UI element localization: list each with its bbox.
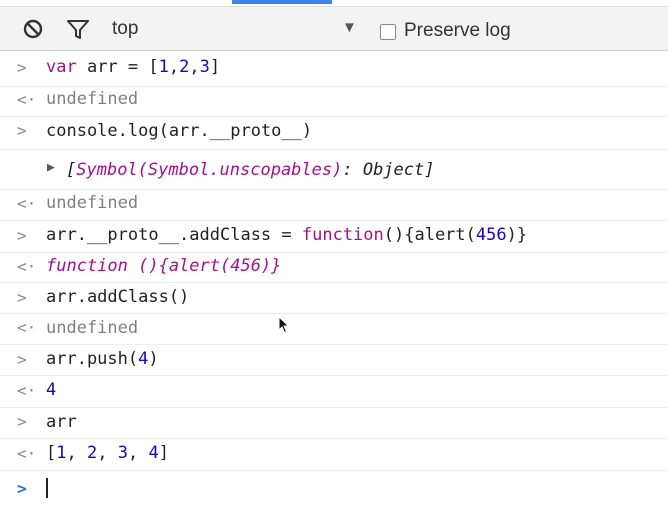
- entry-text: console.log(arr.__proto__): [46, 121, 313, 141]
- entry-text: 4: [46, 380, 57, 400]
- console-entry-input: > arr.addClass(): [0, 282, 668, 314]
- result-arrow-icon: <·: [17, 381, 37, 400]
- console-entry-input: > arr.push(4): [0, 344, 668, 376]
- entry-text: arr.push(4): [46, 349, 159, 369]
- result-arrow-icon: <·: [17, 444, 37, 463]
- preserve-log-label[interactable]: Preserve log: [404, 20, 511, 42]
- entry-text: arr.addClass(): [46, 287, 190, 307]
- entry-text: [1, 2, 3, 4]: [46, 443, 169, 463]
- console-entry-result: <· undefined: [0, 86, 668, 117]
- entry-text: arr.__proto__.addClass = function(){aler…: [46, 225, 528, 245]
- prompt-chevron-icon: >: [17, 121, 27, 140]
- console-entry-log[interactable]: ▶ [Symbol(Symbol.unscopables): Object]: [0, 149, 668, 190]
- console-entry-result: <· 4: [0, 375, 668, 408]
- text-caret: [46, 478, 48, 498]
- expand-triangle-icon[interactable]: ▶: [47, 160, 55, 175]
- console-entry-input: > arr: [0, 407, 668, 439]
- preserve-log-checkbox[interactable]: [380, 24, 396, 40]
- entry-text: function (){alert(456)}: [46, 256, 282, 276]
- entry-text: arr: [46, 412, 77, 432]
- console-output: > var arr = [1,2,3] <· undefined > conso…: [0, 51, 668, 515]
- prompt-chevron-icon: >: [17, 226, 27, 245]
- clear-console-icon[interactable]: [22, 18, 44, 45]
- console-entry-result: <· [1, 2, 3, 4]: [0, 438, 668, 471]
- entry-text: undefined: [46, 318, 139, 338]
- panel-tab-strip: [0, 0, 668, 7]
- console-entry-input: > console.log(arr.__proto__): [0, 116, 668, 150]
- active-tab-indicator: [232, 0, 332, 4]
- result-arrow-icon: <·: [17, 257, 37, 276]
- dropdown-arrow-icon[interactable]: ▼: [342, 19, 357, 36]
- active-prompt-chevron-icon: >: [17, 479, 27, 498]
- result-arrow-icon: <·: [17, 318, 37, 337]
- prompt-chevron-icon: >: [17, 58, 27, 77]
- prompt-chevron-icon: >: [17, 350, 27, 369]
- prompt-chevron-icon: >: [17, 412, 27, 431]
- entry-text: undefined: [46, 89, 139, 109]
- entry-text: undefined: [46, 193, 139, 213]
- result-arrow-icon: <·: [17, 194, 37, 213]
- entry-text: var arr = [1,2,3]: [46, 57, 221, 77]
- console-entry-result: <· undefined: [0, 189, 668, 221]
- mouse-pointer-icon: [278, 315, 290, 339]
- console-prompt[interactable]: >: [0, 470, 668, 508]
- filter-icon[interactable]: [66, 18, 90, 45]
- prompt-chevron-icon: >: [17, 288, 27, 307]
- console-entry-result: <· undefined: [0, 313, 668, 345]
- console-entry-input: > arr.__proto__.addClass = function(){al…: [0, 220, 668, 253]
- entry-text: [Symbol(Symbol.unscopables): Object]: [66, 160, 435, 180]
- console-entry-result: <· function (){alert(456)}: [0, 252, 668, 283]
- console-toolbar: top ▼ Preserve log: [0, 7, 668, 51]
- console-entry-input: > var arr = [1,2,3]: [0, 51, 668, 87]
- context-selector[interactable]: top: [112, 18, 138, 40]
- result-arrow-icon: <·: [17, 90, 37, 109]
